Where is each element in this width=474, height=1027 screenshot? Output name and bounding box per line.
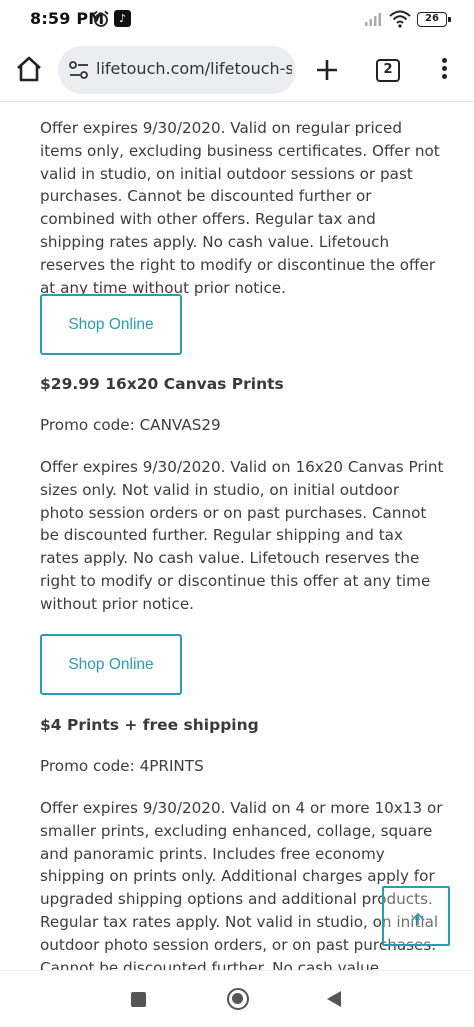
offer-title: $4 Prints + free shipping (40, 716, 259, 734)
home-icon[interactable] (14, 54, 44, 84)
status-bar: 8:59 PM ♪ 26 (0, 0, 474, 40)
shop-online-button[interactable]: Shop Online (40, 294, 182, 355)
address-bar[interactable]: lifetouch.com/lifetouch-sh (58, 46, 296, 94)
back-to-top-button[interactable] (382, 886, 450, 946)
signal-icon (365, 13, 381, 26)
url-text[interactable]: lifetouch.com/lifetouch-sh (96, 59, 292, 78)
offer-title: $29.99 16x20 Canvas Prints (40, 375, 284, 393)
shop-online-button[interactable]: Shop Online (40, 634, 182, 695)
plus-icon[interactable] (313, 56, 341, 84)
system-navigation-bar (0, 971, 474, 1027)
wifi-icon (389, 10, 411, 28)
back-icon[interactable] (327, 991, 341, 1007)
home-circle-icon[interactable] (227, 988, 249, 1010)
browser-toolbar: lifetouch.com/lifetouch-sh 2 (0, 40, 474, 102)
alarm-icon (93, 10, 109, 27)
recent-apps-icon[interactable] (131, 992, 146, 1007)
tabs-icon[interactable]: 2 (376, 59, 400, 82)
site-settings-icon[interactable] (68, 60, 90, 80)
promo-code: Promo code: CANVAS29 (40, 416, 221, 434)
arrow-up-icon (411, 912, 425, 925)
intro-terms: Offer expires 9/30/2020. Valid on regula… (40, 119, 440, 297)
page-content: Offer expires 9/30/2020. Valid on regula… (0, 103, 474, 970)
more-vert-icon[interactable] (437, 56, 451, 84)
battery-icon: 26 (417, 12, 451, 27)
offer-terms: Offer expires 9/30/2020. Valid on 16x20 … (40, 458, 444, 613)
tiktok-icon: ♪ (114, 10, 131, 27)
promo-code: Promo code: 4PRINTS (40, 757, 204, 775)
